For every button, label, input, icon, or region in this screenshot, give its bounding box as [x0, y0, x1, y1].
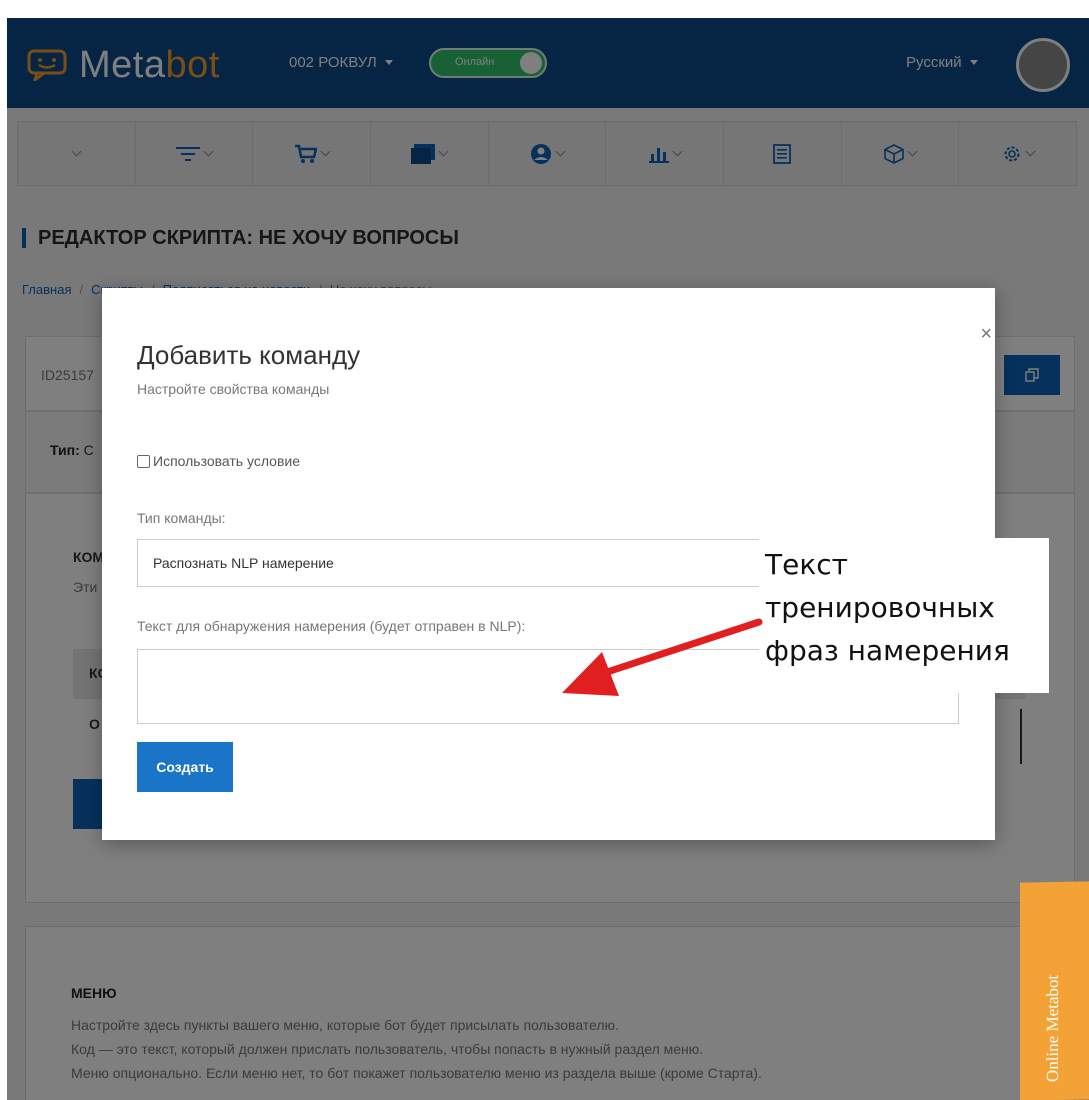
modal-title: Добавить команду — [137, 340, 361, 370]
command-type-label: Тип команды: — [137, 510, 226, 526]
app-frame: Metabot 002 РОКВУЛ Онлайн Русский — [7, 18, 1089, 1100]
create-button[interactable]: Создать — [137, 742, 233, 792]
annotation-line: тренировочных — [765, 591, 995, 624]
annotation-arrow-icon — [562, 618, 763, 696]
command-type-value: Распознать NLP намерение — [153, 555, 334, 571]
annotation-line: Текст — [765, 548, 848, 581]
annotation-line: фраз намерения — [765, 634, 1010, 667]
use-condition-label: Использовать условие — [153, 453, 300, 469]
intent-text-label: Текст для обнаружения намерения (будет о… — [137, 618, 526, 634]
checkbox-icon[interactable] — [137, 454, 150, 468]
online-metabot-label: Online Metabot — [1043, 974, 1062, 1083]
annotation-callout: Текст тренировочных фраз намерения — [759, 538, 1049, 693]
use-condition-checkbox[interactable]: Использовать условие — [137, 453, 300, 469]
online-metabot-tab[interactable]: Online Metabot — [1020, 881, 1089, 1100]
modal-subtitle: Настройте свойства команды — [137, 381, 330, 397]
close-icon[interactable]: × — [980, 324, 992, 344]
